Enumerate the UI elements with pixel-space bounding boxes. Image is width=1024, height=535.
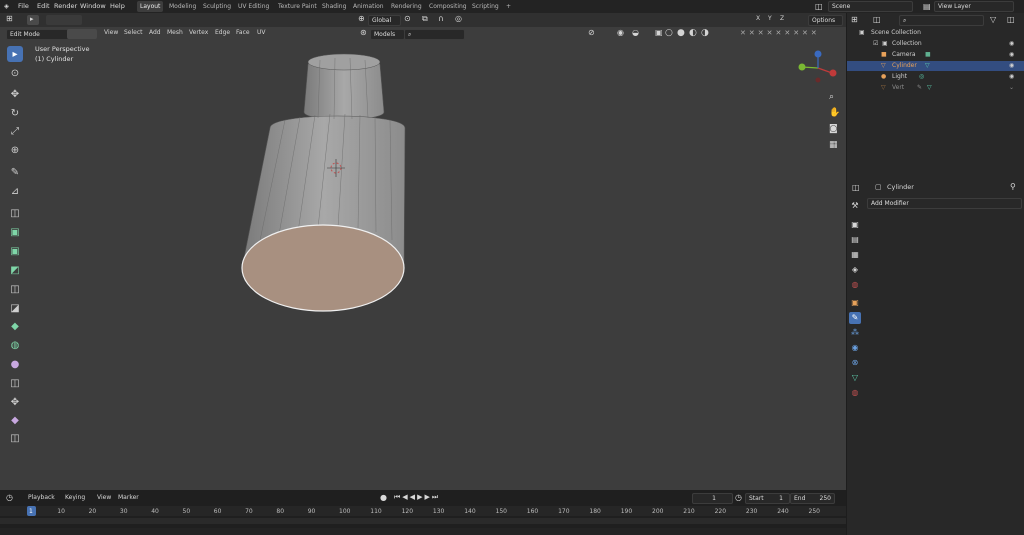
menu-keying[interactable]: Keying (65, 494, 85, 501)
clock-icon[interactable]: ◷ (735, 493, 742, 502)
timeline-tick-label: 200 (652, 508, 664, 515)
timeline-tick-label: 10 (57, 508, 65, 515)
data-tab-icon[interactable]: ▽ (849, 372, 861, 384)
timeline-tick-label: 120 (401, 508, 414, 515)
perspective-grid-icon[interactable]: ▦ (829, 140, 838, 150)
mesh-icon: ▽ (881, 84, 886, 91)
outliner-item-light[interactable]: ● Light ◎ ◉ (847, 72, 1024, 82)
cylinder-top-cap[interactable] (307, 53, 381, 71)
timeline-tick-label: 190 (620, 508, 633, 515)
outliner-item-collection[interactable]: ☑ ▣ Collection ◉ (847, 39, 1024, 49)
modifier-tab-icon[interactable]: ✎ (849, 312, 861, 324)
render-tab-icon[interactable]: ▣ (849, 219, 861, 231)
timeline-tick-label: 210 (683, 508, 695, 515)
timeline-editor-icon[interactable]: ◷ (6, 493, 13, 502)
timeline-tick-label: 90 (307, 508, 316, 515)
timeline-tick-label: 240 (777, 508, 789, 515)
outliner-item-camera[interactable]: ■ Camera ■ ◉ (847, 50, 1024, 60)
timeline-tick-label: 230 (745, 508, 758, 515)
mesh-data-icon: ▽ (927, 84, 932, 91)
properties-editor-icon[interactable]: ◫ (852, 183, 860, 192)
timeline-tick-label: 20 (88, 508, 97, 515)
outliner-scene-collection[interactable]: ▣ Scene Collection (847, 28, 1024, 38)
properties-object-name: Cylinder (887, 183, 914, 191)
material-tab-icon[interactable]: ◍ (849, 387, 861, 399)
timeline-track[interactable] (0, 518, 846, 524)
timeline-tick-label: 80 (276, 508, 285, 515)
timeline-tick-label: 110 (370, 508, 382, 515)
timeline-tick-label: 30 (119, 508, 128, 515)
pan-hand-icon[interactable]: ✋ (829, 108, 840, 118)
timeline-tick-label: 40 (151, 508, 159, 515)
constraints-tab-icon[interactable]: ⊗ (849, 357, 861, 369)
object-icon: ▢ (875, 183, 882, 191)
chevron-down-icon[interactable]: ⌄ (1009, 83, 1014, 93)
view-layer-tab-icon[interactable]: ▦ (849, 249, 861, 261)
timeline-tick-label: 100 (339, 508, 351, 515)
tool-tab-icon[interactable]: ⚒ (849, 200, 861, 212)
timeline-tick-label: 130 (432, 508, 445, 515)
menu-view[interactable]: View (97, 494, 111, 501)
world-tab-icon[interactable]: ◍ (849, 279, 861, 291)
timeline-tick-label: 1 (29, 508, 33, 515)
start-frame-field[interactable]: Start 1 (745, 493, 790, 504)
display-mode-icon[interactable]: ◫ (873, 15, 881, 24)
record-icon[interactable]: ● (380, 493, 387, 502)
timeline-tick-label: 150 (495, 508, 507, 515)
outliner-panel: ⊞ ◫ ⌕ ▽ ◫ ▣ Scene Collection ☑ ▣ Collect… (847, 13, 1024, 180)
new-collection-icon[interactable]: ◫ (1007, 15, 1015, 24)
end-frame-field[interactable]: End 250 (790, 493, 835, 504)
checkbox-icon[interactable]: ☑ (873, 39, 878, 49)
particles-tab-icon[interactable]: ⁂ (849, 327, 861, 339)
timeline-tick-label: 50 (182, 508, 191, 515)
timeline-tick-label: 180 (589, 508, 601, 515)
object-tab-icon[interactable]: ▣ (849, 297, 861, 309)
timeline-tick-label: 250 (808, 508, 820, 515)
timeline-tick-label: 220 (714, 508, 727, 515)
visibility-eye-icon[interactable]: ◉ (1009, 61, 1014, 71)
view-layer-icon: ▤ (923, 2, 931, 11)
add-modifier-dropdown[interactable]: Add Modifier (867, 198, 1022, 209)
view-layer-field[interactable]: View Layer (934, 1, 1014, 12)
camera-icon: ■ (881, 51, 887, 58)
menu-marker[interactable]: Marker (118, 494, 139, 501)
visibility-eye-icon[interactable]: ◉ (1009, 39, 1014, 49)
light-icon: ● (881, 73, 887, 80)
mesh-data-icon: ▽ (925, 62, 930, 69)
outliner-search-input[interactable]: ⌕ (899, 15, 984, 26)
timeline-tick-label: 160 (526, 508, 539, 515)
menu-playback[interactable]: Playback (28, 494, 55, 501)
timeline-tick-label: 140 (464, 508, 476, 515)
current-frame-field[interactable]: 1 (692, 493, 733, 504)
light-data-icon: ◎ (919, 73, 925, 80)
scene-tab-icon[interactable]: ◈ (849, 264, 861, 276)
cylinder-mesh[interactable] (0, 0, 846, 490)
collection-icon: ▣ (882, 40, 888, 47)
timeline-tick-label: 170 (558, 508, 570, 515)
playback-controls[interactable]: ⏮◀◀▶▶⏭ (394, 493, 440, 502)
outliner-editor-icon[interactable]: ⊞ (851, 15, 858, 24)
visibility-eye-icon[interactable]: ◉ (1009, 72, 1014, 82)
output-tab-icon[interactable]: ▤ (849, 234, 861, 246)
modifier-wrench-icon: ✎ (917, 84, 923, 91)
zoom-icon[interactable]: ⌕ (829, 92, 834, 102)
camera-view-icon[interactable]: ◙ (829, 124, 838, 134)
pin-icon[interactable]: ⚲ (1010, 182, 1016, 191)
camera-data-icon: ■ (925, 51, 931, 58)
search-icon: ⌕ (903, 17, 907, 24)
timeline-tick-label: 70 (245, 508, 253, 515)
visibility-eye-icon[interactable]: ◉ (1009, 50, 1014, 60)
filter-icon[interactable]: ▽ (990, 15, 996, 24)
physics-tab-icon[interactable]: ◉ (849, 342, 861, 354)
navigation-gizmo[interactable] (798, 50, 837, 83)
properties-panel: ◫ ▢ Cylinder ⚲ Add Modifier (847, 180, 1024, 535)
status-bar (0, 528, 846, 535)
outliner-item-vert[interactable]: ▽ Vert ✎ ▽ ⌄ (847, 83, 1024, 93)
selected-bottom-face[interactable] (241, 224, 405, 312)
outliner-item-cylinder[interactable]: ▽ Cylinder ▽ ◉ (847, 61, 1024, 71)
collection-icon: ▣ (859, 29, 865, 36)
timeline-tick-label: 60 (213, 508, 222, 515)
mesh-icon: ▽ (881, 62, 886, 69)
